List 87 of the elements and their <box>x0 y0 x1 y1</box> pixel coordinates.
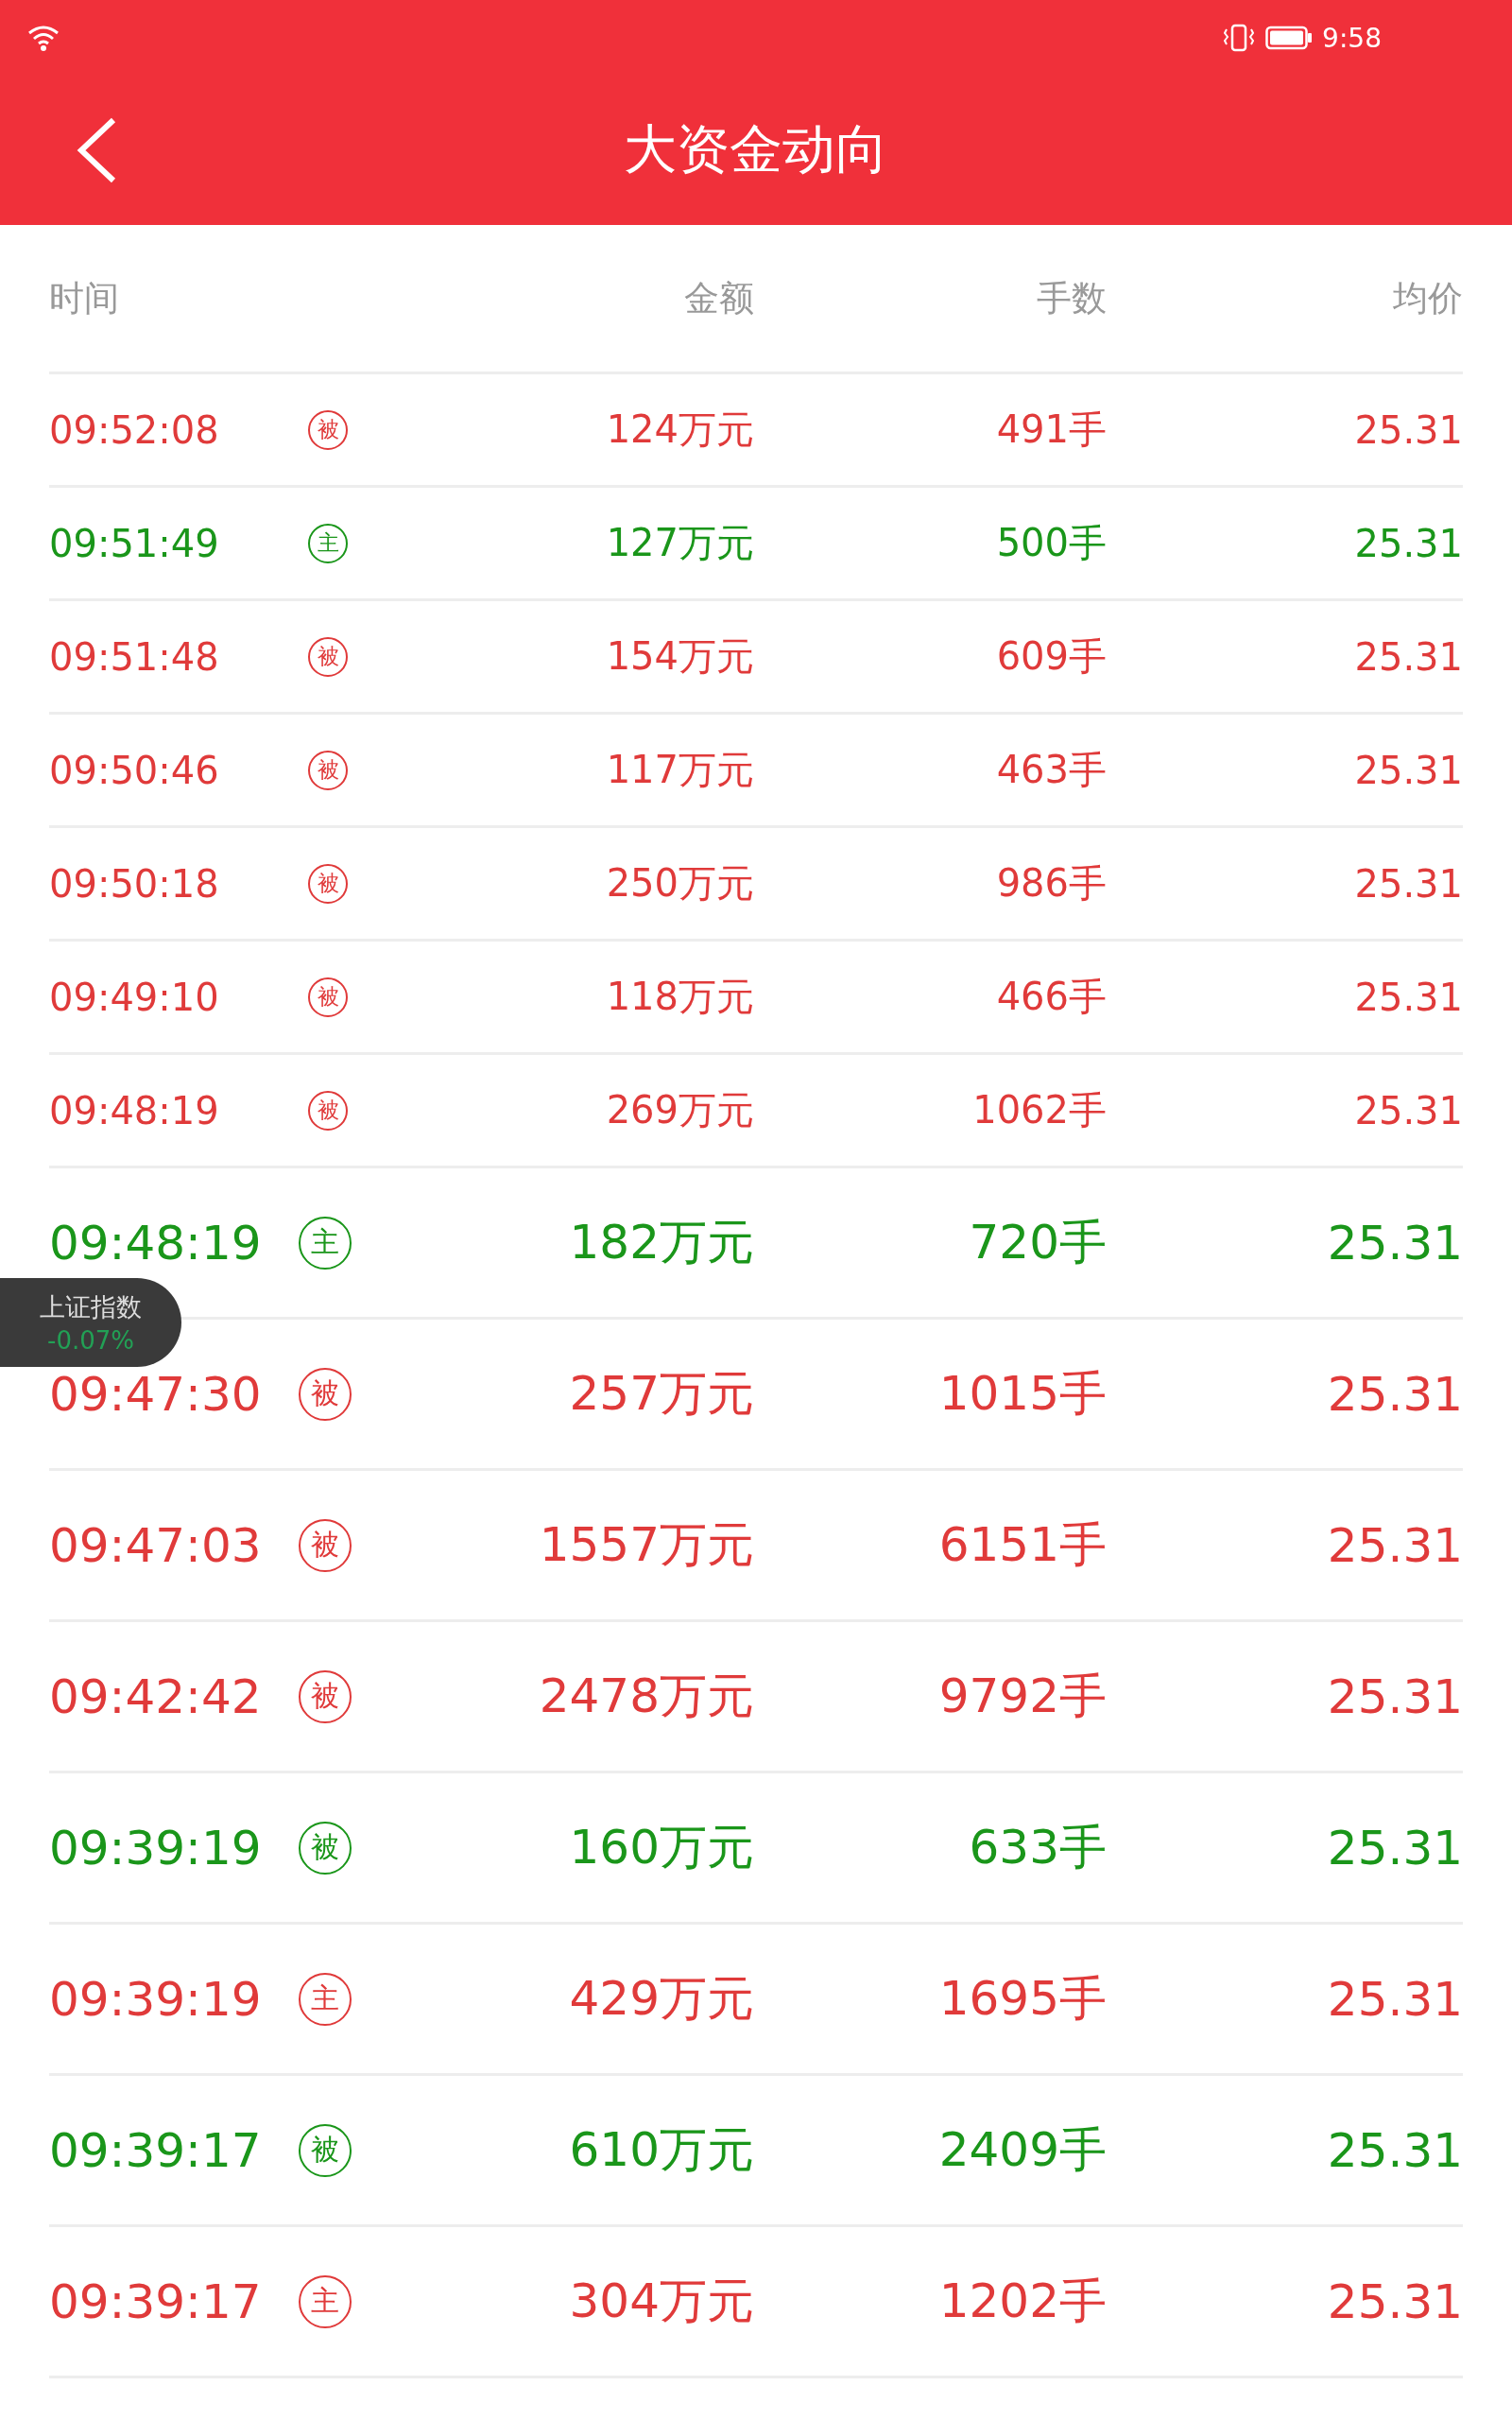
battery-icon <box>1265 26 1314 50</box>
index-floating-button[interactable]: 上证指数 -0.07% <box>0 1278 181 1367</box>
time-cell: 09:51:48 <box>49 634 219 679</box>
amount-cell-text: 118万元 <box>606 974 754 1020</box>
volume-cell-text: 500手 <box>996 520 1107 566</box>
time-cell: 09:39:17 <box>49 2122 262 2178</box>
column-header: 金额 <box>684 276 754 320</box>
amount-cell-text: 250万元 <box>606 860 754 907</box>
price-cell: 25.31 <box>1354 634 1463 679</box>
price-cell: 25.31 <box>1354 1088 1463 1132</box>
amount-cell-text: 269万元 <box>606 1087 754 1133</box>
volume-cell-text: 1062手 <box>972 1087 1107 1133</box>
time-cell: 09:39:17 <box>49 2273 262 2329</box>
volume-cell-text: 720手 <box>969 1214 1107 1271</box>
volume-cell-text: 491手 <box>996 406 1107 453</box>
price-cell: 25.31 <box>1327 1366 1463 1422</box>
amount-cell-text: 127万元 <box>606 520 754 566</box>
volume-cell-text: 1015手 <box>938 1365 1107 1423</box>
status-time: 9:58 <box>1322 22 1382 54</box>
volume-cell-text: 633手 <box>969 1819 1107 1876</box>
column-header: 手数 <box>1037 276 1107 320</box>
trade-type-badge: 被 <box>308 977 348 1017</box>
trade-type-badge: 被 <box>299 2123 352 2177</box>
trade-type-badge: 被 <box>308 636 348 677</box>
time-cell: 09:48:19 <box>49 1088 219 1132</box>
price-cell: 25.31 <box>1327 1668 1463 1724</box>
trade-type-badge: 被 <box>299 1367 352 1421</box>
amount-cell-text: 429万元 <box>569 1970 754 2028</box>
price-cell: 25.31 <box>1354 861 1463 906</box>
price-cell: 25.31 <box>1327 2122 1463 2178</box>
volume-cell-text: 9792手 <box>938 1668 1107 1725</box>
trade-type-badge: 主 <box>299 1972 352 2026</box>
volume-cell-text: 609手 <box>996 633 1107 680</box>
volume-cell-text: 2409手 <box>938 2121 1107 2179</box>
trade-type-badge: 主 <box>299 1216 352 1270</box>
time-cell: 09:51:49 <box>49 521 219 565</box>
volume-cell-text: 986手 <box>996 860 1107 907</box>
amount-cell-text: 117万元 <box>606 747 754 793</box>
trade-type-badge: 被 <box>308 409 348 450</box>
time-cell: 09:39:19 <box>49 1971 262 2027</box>
time-cell: 09:50:46 <box>49 748 219 792</box>
trade-type-badge: 被 <box>308 863 348 904</box>
trade-type-badge: 被 <box>308 750 348 790</box>
price-cell: 25.31 <box>1327 1820 1463 1876</box>
amount-cell-text: 2478万元 <box>539 1668 754 1725</box>
trade-type-badge: 被 <box>299 1518 352 1572</box>
time-cell: 09:47:03 <box>49 1517 262 1573</box>
amount-cell-text: 257万元 <box>569 1365 754 1423</box>
price-cell: 25.31 <box>1354 521 1463 565</box>
trade-type-badge: 被 <box>299 1669 352 1723</box>
vibrate-icon <box>1222 24 1257 52</box>
amount-cell-text: 182万元 <box>569 1214 754 1271</box>
time-cell: 09:47:30 <box>49 1366 262 1422</box>
wifi-icon <box>26 24 60 52</box>
time-cell: 09:42:42 <box>49 1668 262 1724</box>
price-cell: 25.31 <box>1327 1517 1463 1573</box>
time-cell: 09:50:18 <box>49 861 219 906</box>
time-cell: 09:39:19 <box>49 1820 262 1876</box>
amount-cell-text: 610万元 <box>569 2121 754 2179</box>
price-cell: 25.31 <box>1327 1215 1463 1270</box>
volume-cell-text: 1202手 <box>938 2273 1107 2330</box>
price-cell: 25.31 <box>1327 2273 1463 2329</box>
amount-cell-text: 154万元 <box>606 633 754 680</box>
volume-cell-text: 463手 <box>996 747 1107 793</box>
index-change: -0.07% <box>47 1326 134 1355</box>
trade-type-badge: 主 <box>299 2274 352 2328</box>
amount-cell-text: 1557万元 <box>539 1516 754 1574</box>
amount-cell-text: 304万元 <box>569 2273 754 2330</box>
amount-cell-text: 160万元 <box>569 1819 754 1876</box>
volume-cell-text: 6151手 <box>938 1516 1107 1574</box>
column-header: 均价 <box>1393 276 1463 320</box>
column-header: 时间 <box>49 276 119 320</box>
amount-cell-text: 124万元 <box>606 406 754 453</box>
trade-type-badge: 被 <box>299 1821 352 1875</box>
time-cell: 09:49:10 <box>49 975 219 1019</box>
index-name: 上证指数 <box>40 1291 142 1323</box>
volume-cell-text: 1695手 <box>938 1970 1107 2028</box>
time-cell: 09:48:19 <box>49 1215 262 1270</box>
price-cell: 25.31 <box>1327 1971 1463 2027</box>
volume-cell-text: 466手 <box>996 974 1107 1020</box>
trade-type-badge: 被 <box>308 1090 348 1131</box>
time-cell: 09:52:08 <box>49 407 219 452</box>
page-title: 大资金动向 <box>624 117 888 182</box>
price-cell: 25.31 <box>1354 748 1463 792</box>
price-cell: 25.31 <box>1354 407 1463 452</box>
trade-type-badge: 主 <box>308 523 348 563</box>
price-cell: 25.31 <box>1354 975 1463 1019</box>
